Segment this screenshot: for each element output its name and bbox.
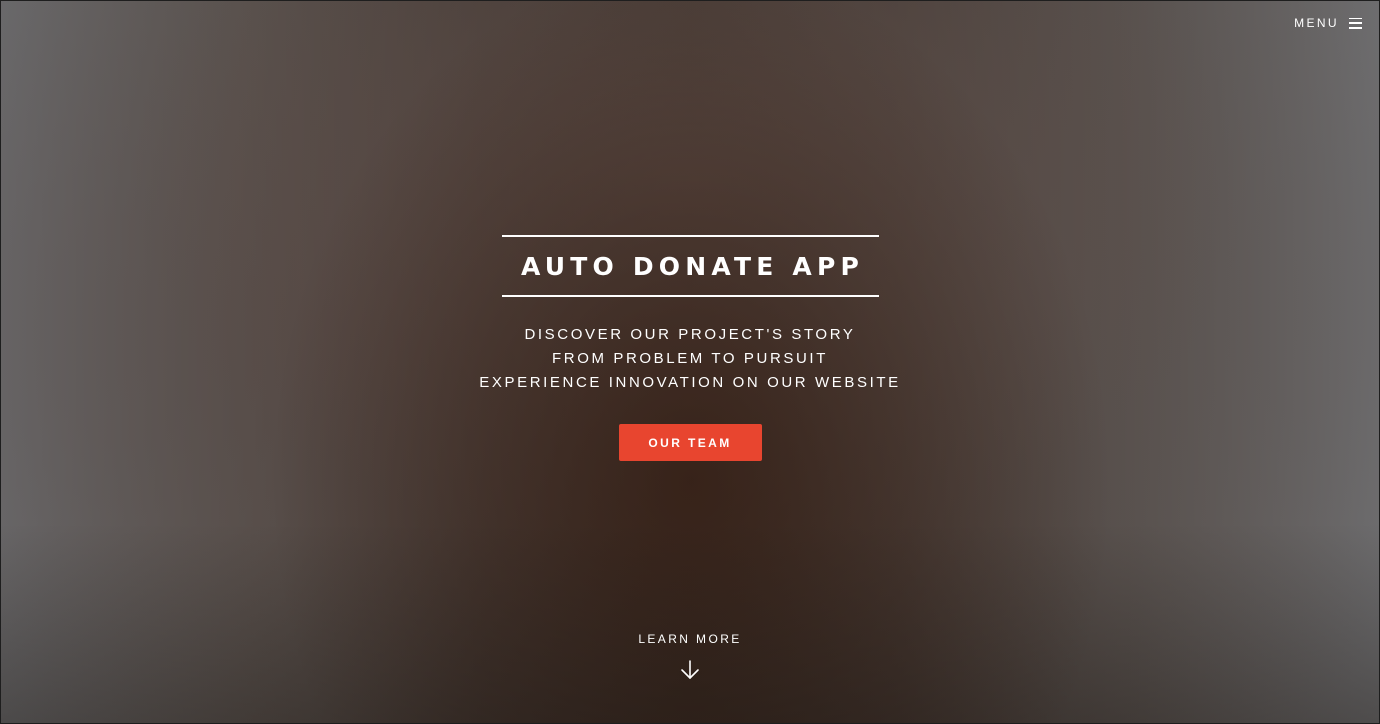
our-team-button[interactable]: OUR TEAM bbox=[618, 424, 762, 461]
hero-section: MENU AUTO DONATE APP DISCOVER OUR PROJEC… bbox=[0, 0, 1380, 724]
subtitle-line: FROM PROBLEM TO PURSUIT bbox=[552, 350, 828, 367]
arrow-down-icon bbox=[681, 660, 699, 679]
hamburger-icon bbox=[1349, 17, 1362, 29]
menu-toggle[interactable]: MENU bbox=[1294, 16, 1362, 30]
hero-subtitle: DISCOVER OUR PROJECT'S STORY FROM PROBLE… bbox=[479, 323, 900, 395]
title-frame: AUTO DONATE APP bbox=[501, 235, 879, 297]
hero-content: AUTO DONATE APP DISCOVER OUR PROJECT'S S… bbox=[1, 235, 1379, 461]
menu-label: MENU bbox=[1294, 16, 1339, 30]
subtitle-line: DISCOVER OUR PROJECT'S STORY bbox=[524, 326, 856, 343]
learn-more-label: LEARN MORE bbox=[638, 632, 742, 646]
page-title: AUTO DONATE APP bbox=[520, 251, 865, 281]
subtitle-line: EXPERIENCE INNOVATION ON OUR WEBSITE bbox=[479, 374, 901, 391]
learn-more-link[interactable]: LEARN MORE bbox=[1, 632, 1379, 680]
